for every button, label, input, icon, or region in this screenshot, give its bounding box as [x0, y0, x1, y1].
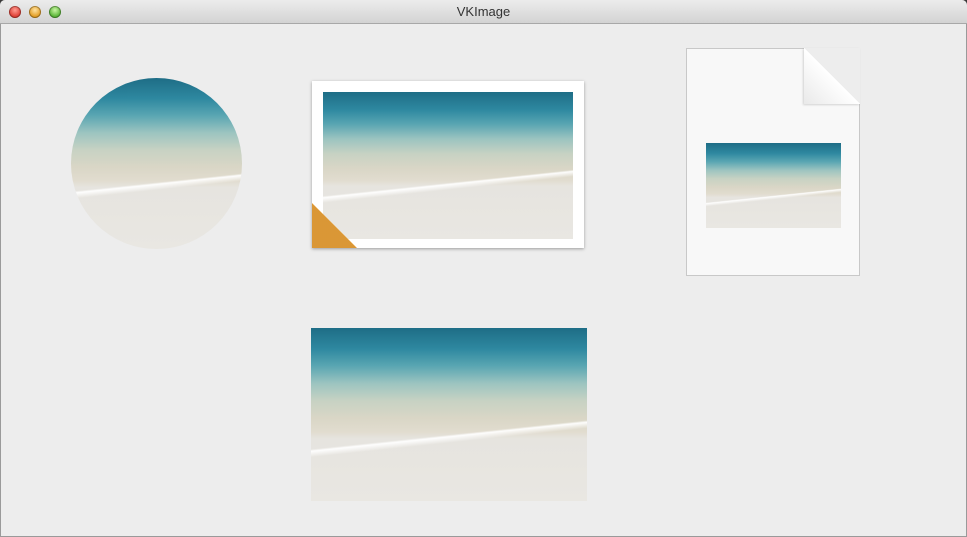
document-page-curl — [804, 48, 860, 104]
folded-corner-shade — [312, 203, 358, 248]
plain-image — [311, 328, 587, 501]
circle-cropped-image — [71, 78, 242, 249]
app-window: VKImage — [0, 0, 967, 537]
window-title: VKImage — [456, 4, 511, 19]
framed-photo — [323, 92, 573, 239]
document-thumbnail-image — [706, 143, 841, 228]
title-bar[interactable]: VKImage — [0, 0, 967, 24]
photo-frame-image — [312, 81, 584, 248]
